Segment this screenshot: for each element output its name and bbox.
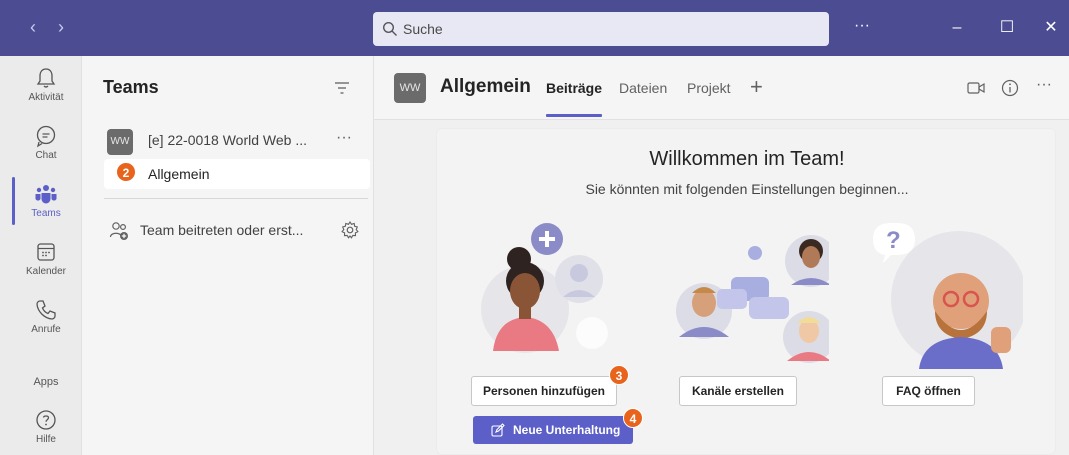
filter-icon[interactable] <box>333 80 351 96</box>
rail-item-chat[interactable]: Chat <box>12 124 80 176</box>
rail-label: Teams <box>31 208 61 219</box>
bell-icon <box>36 68 56 88</box>
rail-item-apps[interactable]: Apps <box>12 374 80 394</box>
minimize-icon[interactable]: – <box>946 17 968 39</box>
rail-label: Hilfe <box>35 434 56 445</box>
open-faq-button[interactable]: FAQ öffnen <box>882 376 975 406</box>
add-people-illustration <box>481 223 608 353</box>
search-input[interactable]: Suche <box>373 12 829 46</box>
app-bar: Aktivität Chat Teams Kalender Anrufe App… <box>0 56 82 455</box>
rail-label: Aktivität <box>28 92 64 103</box>
maximize-icon[interactable]: ☐ <box>996 17 1018 39</box>
join-or-create-team[interactable]: Team beitreten oder erst... <box>104 216 366 244</box>
more-options-icon[interactable]: ··· <box>851 15 873 37</box>
welcome-title: Willkommen im Team! <box>649 148 845 170</box>
create-channels-button[interactable]: Kanäle erstellen <box>679 376 797 406</box>
info-icon[interactable] <box>1000 78 1020 98</box>
svg-text:?: ? <box>886 227 901 254</box>
tab-dateien[interactable]: Dateien <box>619 80 667 96</box>
compose-icon <box>491 423 505 437</box>
channel-item-allgemein[interactable]: Allgemein <box>104 159 370 189</box>
join-team-label: Team beitreten oder erst... <box>140 222 304 238</box>
video-call-icon[interactable] <box>966 78 986 98</box>
teams-icon <box>35 185 57 204</box>
phone-icon <box>36 300 56 320</box>
rail-item-help[interactable]: Hilfe <box>12 408 80 455</box>
channel-more-options-icon[interactable]: ··· <box>1036 76 1052 94</box>
team-more-options-icon[interactable]: ··· <box>336 129 352 147</box>
team-avatar: WW <box>107 129 133 155</box>
title-bar: ‹ › Suche ··· – ☐ ✕ <box>0 0 1069 56</box>
chat-icon <box>36 125 56 148</box>
rail-label: Chat <box>35 150 57 161</box>
team-item[interactable]: WW [e] 22-0018 World Web ... ··· <box>104 125 366 159</box>
back-arrow-icon[interactable]: ‹ <box>22 16 44 38</box>
step-badge-2: 2 <box>116 162 136 182</box>
teams-window: ‹ › Suche ··· – ☐ ✕ Aktivität Chat Teams… <box>0 0 1069 455</box>
new-conversation-button[interactable]: Neue Unterhaltung <box>473 416 633 444</box>
step-badge-3: 3 <box>609 365 629 385</box>
channel-name: Allgemein <box>148 166 210 182</box>
channel-title: Allgemein <box>440 76 531 97</box>
gear-icon[interactable] <box>340 220 360 240</box>
rail-item-activity[interactable]: Aktivität <box>12 66 80 118</box>
search-placeholder: Suche <box>403 21 443 37</box>
welcome-card: Willkommen im Team! Sie könnten mit folg… <box>436 128 1056 455</box>
create-channels-illustration <box>676 235 829 363</box>
channel-avatar: WW <box>394 73 426 103</box>
add-people-button[interactable]: Personen hinzufügen <box>471 376 617 406</box>
calendar-icon <box>37 243 55 261</box>
team-name: [e] 22-0018 World Web ... <box>148 132 308 148</box>
forward-arrow-icon[interactable]: › <box>50 16 72 38</box>
tab-projekt[interactable]: Projekt <box>687 80 731 96</box>
help-icon <box>36 410 56 430</box>
channel-content: Willkommen im Team! Sie könnten mit folg… <box>374 120 1069 455</box>
faq-illustration: ? <box>873 223 1023 369</box>
tab-beitraege[interactable]: Beiträge <box>546 80 602 96</box>
add-tab-icon[interactable]: + <box>750 74 763 100</box>
rail-label: Anrufe <box>31 324 61 335</box>
rail-label: Kalender <box>25 266 67 277</box>
panel-title: Teams <box>103 77 159 97</box>
new-conversation-label: Neue Unterhaltung <box>513 423 621 437</box>
divider <box>104 198 368 199</box>
rail-item-teams[interactable]: Teams <box>12 182 80 234</box>
welcome-subtitle: Sie könnten mit folgenden Einstellungen … <box>585 181 909 197</box>
active-tab-indicator <box>546 114 602 117</box>
rail-label: Apps <box>33 376 59 388</box>
close-icon[interactable]: ✕ <box>1040 17 1062 39</box>
step-badge-4: 4 <box>623 408 643 428</box>
rail-item-calendar[interactable]: Kalender <box>12 240 80 292</box>
rail-item-calls[interactable]: Anrufe <box>12 298 80 350</box>
search-icon <box>382 21 397 36</box>
channel-header: WW Allgemein Beiträge Dateien Projekt + … <box>374 56 1069 120</box>
join-team-icon <box>109 222 128 240</box>
teams-panel: Teams WW [e] 22-0018 World Web ... ··· A… <box>82 56 374 455</box>
